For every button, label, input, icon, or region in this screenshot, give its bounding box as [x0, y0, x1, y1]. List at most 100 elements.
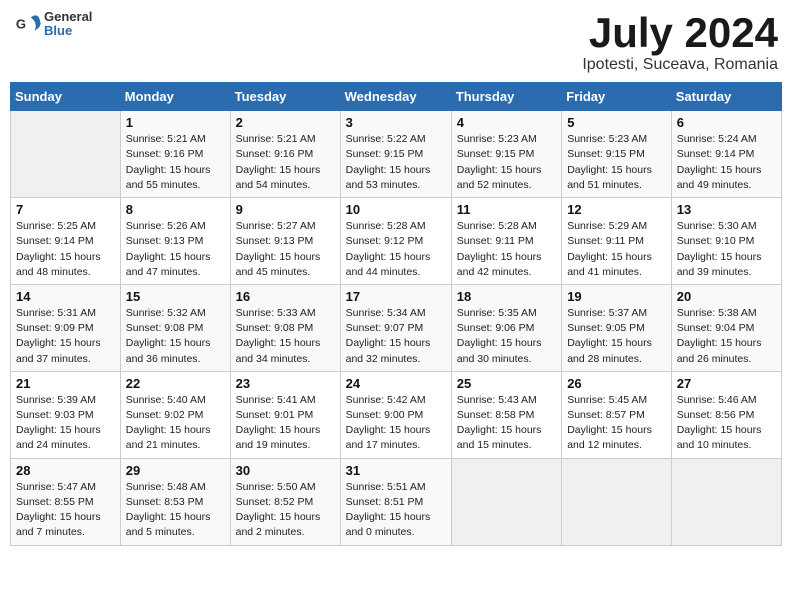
weekday-header-friday: Friday	[562, 83, 672, 111]
week-row-5: 28Sunrise: 5:47 AM Sunset: 8:55 PM Dayli…	[11, 458, 782, 545]
day-number: 8	[126, 202, 225, 217]
day-info: Sunrise: 5:48 AM Sunset: 8:53 PM Dayligh…	[126, 480, 225, 541]
day-number: 25	[457, 376, 556, 391]
calendar-cell: 4 Sunrise: 5:23 AM Sunset: 9:15 PM Daylig…	[451, 111, 561, 198]
logo: G General Blue	[14, 10, 92, 39]
day-info: Sunrise: 5:28 AM Sunset: 9:11 PM Dayligh…	[457, 219, 556, 280]
day-info: Sunrise: 5:42 AM Sunset: 9:00 PM Dayligh…	[346, 393, 446, 454]
calendar-cell: 3Sunrise: 5:22 AM Sunset: 9:15 PM Daylig…	[340, 111, 451, 198]
svg-text:G: G	[16, 17, 26, 32]
week-row-3: 14 Sunrise: 5:31 AM Sunset: 9:09 PM Dayli…	[11, 284, 782, 371]
weekday-header-monday: Monday	[120, 83, 230, 111]
day-info: Sunrise: 5:23 AM Sunset: 9:15 PM Dayligh…	[567, 132, 666, 193]
calendar-cell: 22Sunrise: 5:40 AM Sunset: 9:02 PM Dayli…	[120, 371, 230, 458]
calendar-cell: 15 Sunrise: 5:32 AM Sunset: 9:08 PM Dayli…	[120, 284, 230, 371]
calendar-cell: 30 Sunrise: 5:50 AM Sunset: 8:52 PM Dayli…	[230, 458, 340, 545]
calendar-cell: 29 Sunrise: 5:48 AM Sunset: 8:53 PM Dayli…	[120, 458, 230, 545]
day-info: Sunrise: 5:41 AM Sunset: 9:01 PM Dayligh…	[236, 393, 335, 454]
calendar-cell	[451, 458, 561, 545]
day-number: 15	[126, 289, 225, 304]
day-info: Sunrise: 5:21 AM Sunset: 9:16 PM Dayligh…	[126, 132, 225, 193]
day-info: Sunrise: 5:40 AM Sunset: 9:02 PM Dayligh…	[126, 393, 225, 454]
day-number: 18	[457, 289, 556, 304]
day-info: Sunrise: 5:35 AM Sunset: 9:06 PM Dayligh…	[457, 306, 556, 367]
calendar-cell: 9Sunrise: 5:27 AM Sunset: 9:13 PM Daylig…	[230, 198, 340, 285]
day-info: Sunrise: 5:28 AM Sunset: 9:12 PM Dayligh…	[346, 219, 446, 280]
day-info: Sunrise: 5:47 AM Sunset: 8:55 PM Dayligh…	[16, 480, 115, 541]
day-number: 13	[677, 202, 776, 217]
calendar-cell: 5 Sunrise: 5:23 AM Sunset: 9:15 PM Daylig…	[562, 111, 672, 198]
day-number: 23	[236, 376, 335, 391]
calendar-cell: 17Sunrise: 5:34 AM Sunset: 9:07 PM Dayli…	[340, 284, 451, 371]
calendar-cell: 13 Sunrise: 5:30 AM Sunset: 9:10 PM Dayli…	[671, 198, 781, 285]
day-number: 9	[236, 202, 335, 217]
calendar-cell: 28Sunrise: 5:47 AM Sunset: 8:55 PM Dayli…	[11, 458, 121, 545]
calendar-cell: 19 Sunrise: 5:37 AM Sunset: 9:05 PM Dayli…	[562, 284, 672, 371]
calendar-cell: 10Sunrise: 5:28 AM Sunset: 9:12 PM Dayli…	[340, 198, 451, 285]
weekday-header-wednesday: Wednesday	[340, 83, 451, 111]
day-info: Sunrise: 5:31 AM Sunset: 9:09 PM Dayligh…	[16, 306, 115, 367]
day-number: 3	[346, 115, 446, 130]
calendar-cell: 2 Sunrise: 5:21 AM Sunset: 9:16 PM Daylig…	[230, 111, 340, 198]
calendar-cell: 24 Sunrise: 5:42 AM Sunset: 9:00 PM Dayli…	[340, 371, 451, 458]
calendar-cell: 26 Sunrise: 5:45 AM Sunset: 8:57 PM Dayli…	[562, 371, 672, 458]
day-info: Sunrise: 5:25 AM Sunset: 9:14 PM Dayligh…	[16, 219, 115, 280]
logo-blue: Blue	[44, 24, 92, 38]
calendar-title: July 2024	[582, 10, 778, 56]
calendar-cell	[11, 111, 121, 198]
weekday-header-thursday: Thursday	[451, 83, 561, 111]
calendar-cell: 31 Sunrise: 5:51 AM Sunset: 8:51 PM Dayli…	[340, 458, 451, 545]
calendar-cell: 25 Sunrise: 5:43 AM Sunset: 8:58 PM Dayli…	[451, 371, 561, 458]
day-number: 27	[677, 376, 776, 391]
day-info: Sunrise: 5:45 AM Sunset: 8:57 PM Dayligh…	[567, 393, 666, 454]
day-number: 14	[16, 289, 115, 304]
calendar-cell: 14 Sunrise: 5:31 AM Sunset: 9:09 PM Dayli…	[11, 284, 121, 371]
calendar-cell: 7Sunrise: 5:25 AM Sunset: 9:14 PM Daylig…	[11, 198, 121, 285]
day-info: Sunrise: 5:37 AM Sunset: 9:05 PM Dayligh…	[567, 306, 666, 367]
title-block: July 2024 Ipotesti, Suceava, Romania	[582, 10, 778, 74]
calendar-cell: 18 Sunrise: 5:35 AM Sunset: 9:06 PM Dayli…	[451, 284, 561, 371]
day-info: Sunrise: 5:21 AM Sunset: 9:16 PM Dayligh…	[236, 132, 335, 193]
day-info: Sunrise: 5:24 AM Sunset: 9:14 PM Dayligh…	[677, 132, 776, 193]
calendar-location: Ipotesti, Suceava, Romania	[582, 56, 778, 74]
day-number: 5	[567, 115, 666, 130]
day-number: 12	[567, 202, 666, 217]
day-info: Sunrise: 5:50 AM Sunset: 8:52 PM Dayligh…	[236, 480, 335, 541]
day-number: 30	[236, 463, 335, 478]
weekday-header-row: SundayMondayTuesdayWednesdayThursdayFrid…	[11, 83, 782, 111]
day-info: Sunrise: 5:29 AM Sunset: 9:11 PM Dayligh…	[567, 219, 666, 280]
day-number: 24	[346, 376, 446, 391]
weekday-header-tuesday: Tuesday	[230, 83, 340, 111]
day-info: Sunrise: 5:33 AM Sunset: 9:08 PM Dayligh…	[236, 306, 335, 367]
day-number: 21	[16, 376, 115, 391]
day-number: 31	[346, 463, 446, 478]
calendar-cell: 11Sunrise: 5:28 AM Sunset: 9:11 PM Dayli…	[451, 198, 561, 285]
day-number: 2	[236, 115, 335, 130]
day-info: Sunrise: 5:23 AM Sunset: 9:15 PM Dayligh…	[457, 132, 556, 193]
logo-icon: G	[14, 10, 42, 38]
calendar-cell: 6Sunrise: 5:24 AM Sunset: 9:14 PM Daylig…	[671, 111, 781, 198]
calendar-cell: 20Sunrise: 5:38 AM Sunset: 9:04 PM Dayli…	[671, 284, 781, 371]
calendar-cell	[562, 458, 672, 545]
day-number: 4	[457, 115, 556, 130]
day-number: 26	[567, 376, 666, 391]
day-number: 20	[677, 289, 776, 304]
calendar-cell: 27Sunrise: 5:46 AM Sunset: 8:56 PM Dayli…	[671, 371, 781, 458]
day-number: 29	[126, 463, 225, 478]
logo-general: General	[44, 10, 92, 24]
week-row-2: 7Sunrise: 5:25 AM Sunset: 9:14 PM Daylig…	[11, 198, 782, 285]
day-info: Sunrise: 5:30 AM Sunset: 9:10 PM Dayligh…	[677, 219, 776, 280]
day-info: Sunrise: 5:39 AM Sunset: 9:03 PM Dayligh…	[16, 393, 115, 454]
calendar-table: SundayMondayTuesdayWednesdayThursdayFrid…	[10, 82, 782, 545]
day-number: 19	[567, 289, 666, 304]
page-header: G General Blue July 2024 Ipotesti, Sucea…	[10, 10, 782, 74]
day-info: Sunrise: 5:51 AM Sunset: 8:51 PM Dayligh…	[346, 480, 446, 541]
calendar-cell: 23 Sunrise: 5:41 AM Sunset: 9:01 PM Dayli…	[230, 371, 340, 458]
day-info: Sunrise: 5:34 AM Sunset: 9:07 PM Dayligh…	[346, 306, 446, 367]
calendar-cell: 1 Sunrise: 5:21 AM Sunset: 9:16 PM Daylig…	[120, 111, 230, 198]
weekday-header-sunday: Sunday	[11, 83, 121, 111]
day-info: Sunrise: 5:43 AM Sunset: 8:58 PM Dayligh…	[457, 393, 556, 454]
day-number: 1	[126, 115, 225, 130]
week-row-1: 1 Sunrise: 5:21 AM Sunset: 9:16 PM Daylig…	[11, 111, 782, 198]
day-info: Sunrise: 5:32 AM Sunset: 9:08 PM Dayligh…	[126, 306, 225, 367]
